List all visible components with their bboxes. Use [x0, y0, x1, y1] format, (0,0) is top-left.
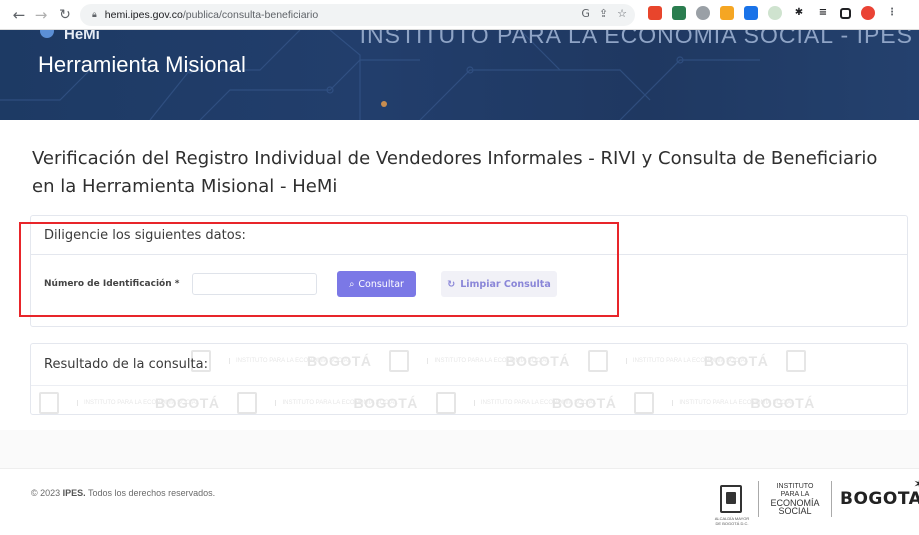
header-banner: HeMi Herramienta Misional INSTITUTO PARA…: [0, 30, 919, 120]
highlight-box: [19, 222, 619, 317]
result-card: INSTITUTO PARA LA ECONOMÍA SOCIAL BOGOTÁ …: [30, 343, 908, 415]
bogota-logo: BOGOTA ✶: [840, 475, 919, 509]
footer-logos: ALCALDÍA MAYOR DE BOGOTÁ D.C. INSTITUTO …: [715, 475, 919, 526]
extension-icon[interactable]: [744, 6, 758, 20]
ipes-logo-line3: SOCIAL: [778, 506, 812, 516]
address-bar-actions: G ⇪ ☆: [581, 7, 627, 20]
institution-name: INSTITUTO PARA LA ECONOMÍA SOCIAL - IPES: [359, 30, 913, 48]
browser-toolbar: ← → ↻ 🔒︎ hemi.ipes.gov.co/publica/consul…: [0, 0, 919, 30]
lock-icon: 🔒︎: [92, 10, 97, 20]
bogota-logo-text: BOGOTA: [840, 489, 919, 509]
extensions-bar: ✱ ≡ ⋮: [648, 6, 899, 20]
reload-icon[interactable]: ↻: [56, 6, 74, 24]
ipes-logo: INSTITUTO PARA LA ECONOMÍA SOCIAL: [769, 483, 821, 516]
google-icon[interactable]: G: [581, 7, 590, 20]
extension-icon[interactable]: [720, 6, 734, 20]
back-icon[interactable]: ←: [10, 6, 28, 24]
forward-icon[interactable]: →: [32, 6, 50, 24]
spacer: [0, 430, 919, 468]
ipes-logo-line1: INSTITUTO PARA LA: [776, 483, 814, 498]
kebab-menu-icon[interactable]: ⋮: [885, 6, 899, 20]
result-card-header: Resultado de la consulta:: [31, 344, 907, 386]
alcaldia-caption: ALCALDÍA MAYOR DE BOGOTÁ D.C.: [714, 516, 750, 526]
logo-text: HeMi: [64, 30, 100, 43]
footer-divider: [831, 481, 832, 517]
extension-icon[interactable]: [696, 6, 710, 20]
profile-icon[interactable]: [861, 6, 875, 20]
extension-icon[interactable]: [672, 6, 686, 20]
bookmark-star-icon[interactable]: ☆: [617, 7, 627, 20]
extension-icon[interactable]: [768, 6, 782, 20]
url-text: hemi.ipes.gov.co/publica/consulta-benefi…: [104, 9, 319, 21]
address-bar[interactable]: 🔒︎ hemi.ipes.gov.co/publica/consulta-ben…: [80, 4, 635, 26]
bogota-seal-icon: [720, 485, 742, 513]
menu-list-icon[interactable]: ≡: [816, 6, 830, 20]
app-title: Herramienta Misional: [38, 52, 246, 77]
star-icon: ✶: [913, 475, 919, 493]
footer-divider: [758, 481, 759, 517]
footer: © 2023 IPES. Todos los derechos reservad…: [0, 468, 919, 535]
extension-icon[interactable]: [648, 6, 662, 20]
share-icon[interactable]: ⇪: [599, 7, 608, 20]
copyright-text: © 2023 IPES. Todos los derechos reservad…: [31, 488, 216, 498]
page-title: Verificación del Registro Individual de …: [32, 148, 878, 197]
puzzle-icon[interactable]: ✱: [792, 6, 806, 20]
window-icon[interactable]: [840, 7, 851, 19]
